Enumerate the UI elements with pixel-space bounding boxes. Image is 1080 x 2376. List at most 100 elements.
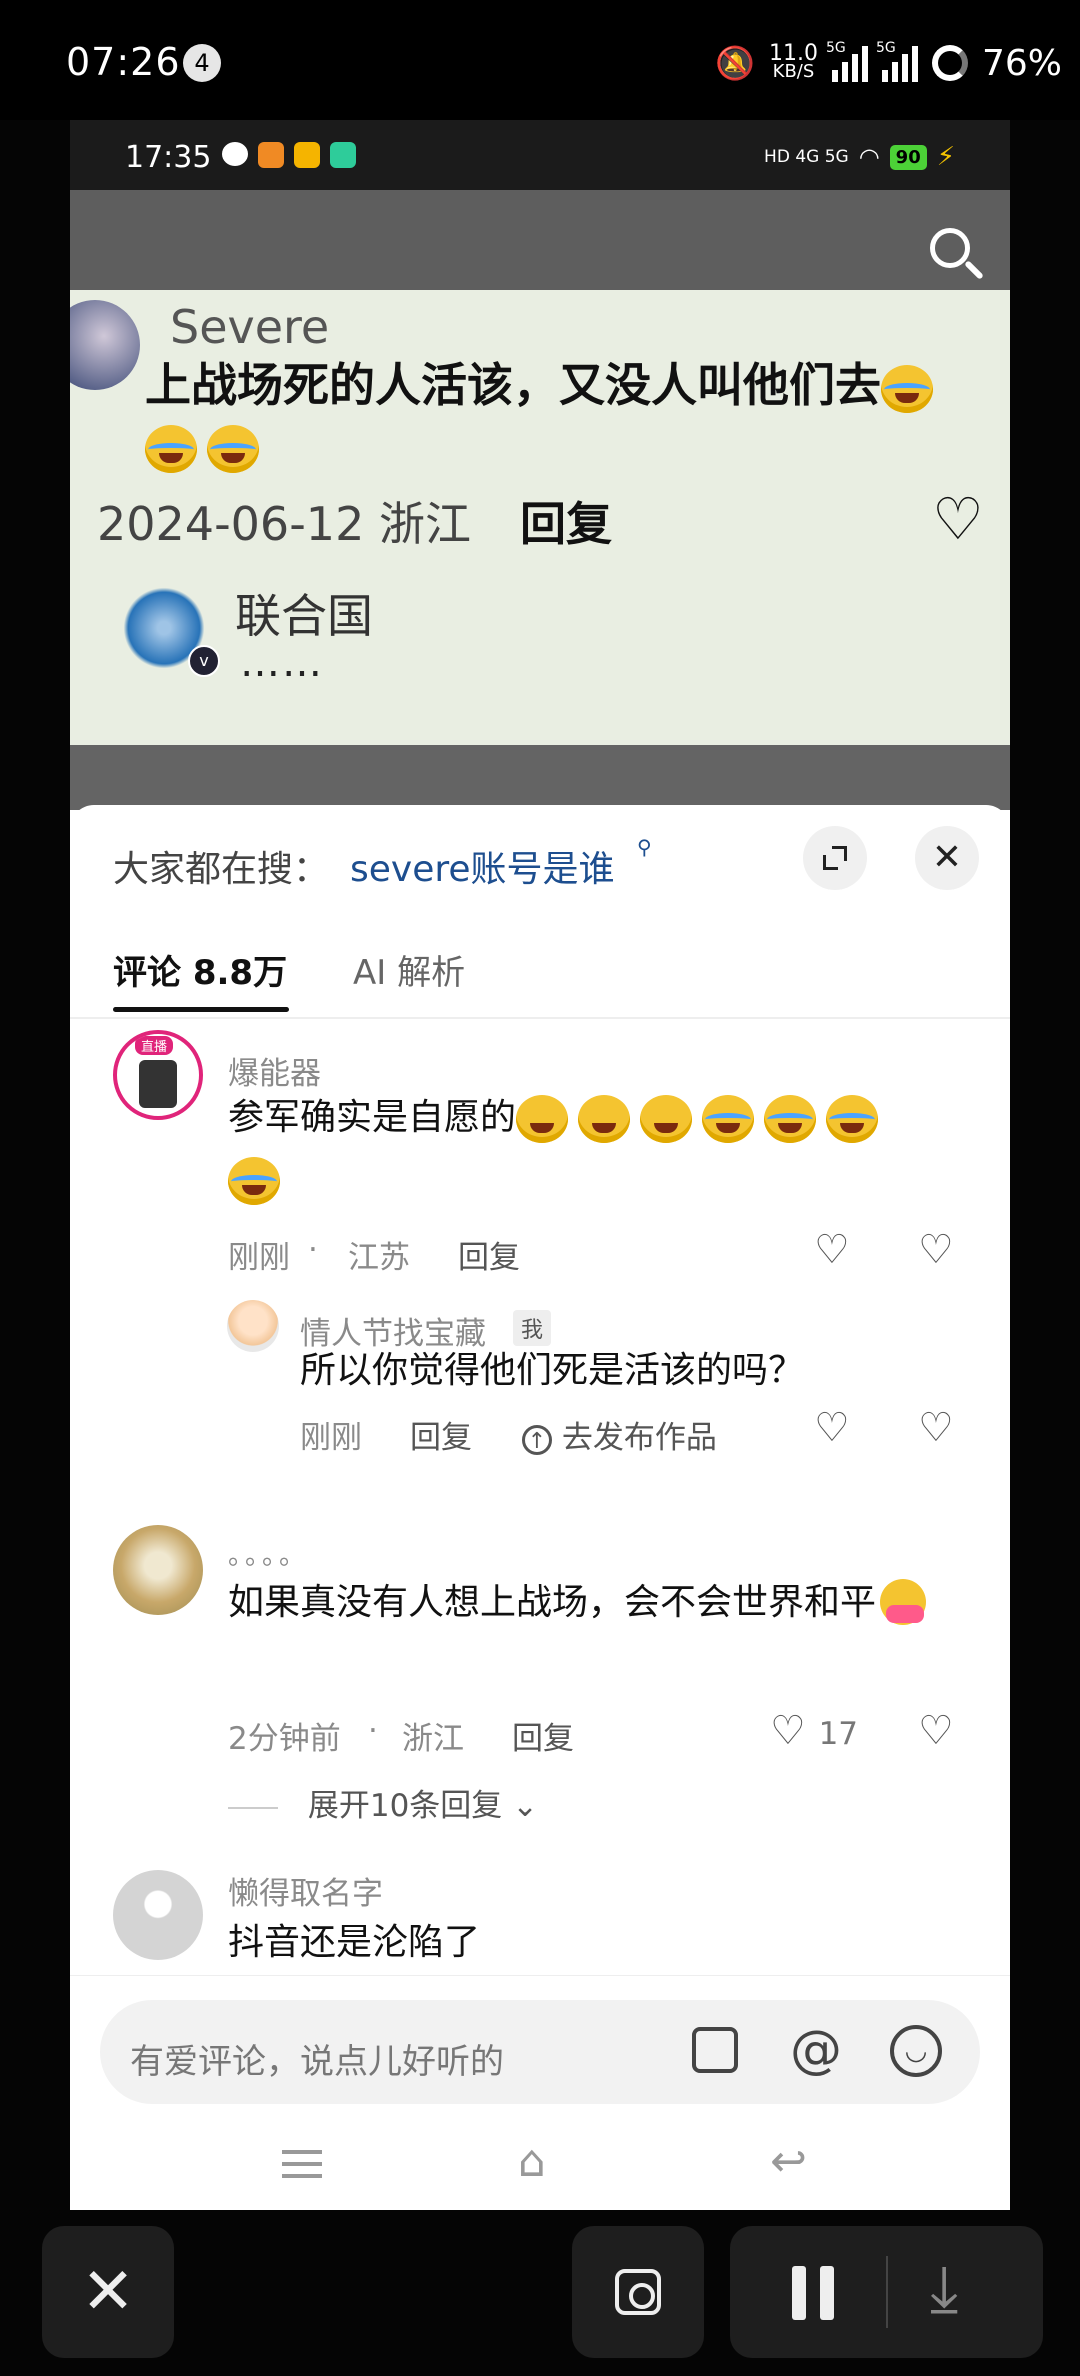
close-button[interactable]: ✕ [915,826,979,890]
signal-1-label: 5G [825,40,846,56]
dislike-icon: ♡ [918,1227,954,1273]
tears-of-joy-icon [764,1095,817,1143]
hug-emoji-icon [876,1579,932,1629]
comment-username[interactable]: 。。。。 [228,1535,309,1572]
heart-icon: ♡ [770,1708,806,1754]
reply-button[interactable]: 回复 [410,1412,472,1457]
card-date-location: 2024-06-12 浙江 [97,497,471,551]
like-button[interactable]: ♡ 17 [770,1711,858,1754]
avatar-figure [139,1060,177,1108]
comment-panel: 大家都在搜： severe账号是谁 ⚲ ✕ 评论 8.8万 AI 解析 直播 爆… [70,805,1010,2210]
menu-icon[interactable] [282,2150,322,2178]
reply-button[interactable]: 回复 [512,1713,574,1758]
charging-icon: ⚡ [936,142,955,172]
comment-username[interactable]: 懒得取名字 [228,1868,383,1913]
pause-icon[interactable] [790,2266,836,2320]
chat-icon [222,142,248,166]
heart-icon: ♡ [814,1405,850,1451]
network-speed: 11.0 KB/S [769,43,818,82]
emoji-icon[interactable]: ◡ [890,2025,942,2077]
outer-battery-percent: 76% [981,42,1062,84]
dislike-icon: ♡ [918,1708,954,1754]
outer-status-indicators: 🔕 11.0 KB/S 5G 5G 76% [715,38,1062,88]
comment-item: 。。。。 如果真没有人想上战场，会不会世界和平 2分钟前 · 浙江 回复 ♡ 1… [70,1515,1010,1824]
comment-input-placeholder: 有爱评论，说点儿好听的 [130,2042,504,2082]
expand-button[interactable] [803,826,867,890]
scan-button[interactable] [572,2226,704,2358]
controls-divider [886,2256,888,2328]
network-speed-unit: KB/S [772,61,815,82]
chevron-down-icon: ⌄ [512,1788,539,1824]
network-indicators: HD 4G 5G [764,147,849,167]
like-button[interactable]: ♡ [814,1408,850,1448]
reply-time: 刚刚 [300,1420,362,1456]
expand-replies[interactable]: 展开10条回复 ⌄ [228,1780,538,1825]
tears-of-joy-icon [207,424,259,473]
mute-bell-icon: 🔕 [715,44,755,82]
meta-dot: · [368,1713,378,1749]
close-icon: ✕ [81,2255,135,2329]
like-count: 17 [818,1716,859,1752]
dislike-button[interactable]: ♡ [918,1408,954,1448]
dislike-button[interactable]: ♡ [918,1230,954,1270]
back-icon[interactable]: ↩ [770,2140,807,2184]
tears-of-joy-icon [228,1157,280,1205]
inner-clock: 17:35 [125,140,212,175]
tears-of-joy-icon [702,1095,755,1143]
scan-icon [615,2269,661,2315]
image-icon[interactable] [692,2027,738,2073]
video-comment-screenshot: Severe 上战场死的人活该，又没人叫他们去 2024-06-12 浙江 回复… [70,290,1010,745]
like-button[interactable]: ♡ [814,1230,850,1270]
tab-comments[interactable]: 评论 8.8万 [113,945,287,994]
card-comment-text: 上战场死的人活该，又没人叫他们去 [145,355,945,475]
recording-controls: ⤓ [730,2226,1043,2358]
upload-icon: ↑ [522,1424,552,1455]
trending-label: 大家都在搜： [113,849,330,890]
verified-badge-icon: v [188,645,220,677]
tears-of-joy-icon [881,364,933,413]
inner-status-bar: 17:35 HD 4G 5G ◠ 90 ⚡ [70,120,1010,190]
expand-icon [823,846,847,870]
comment-time: 2分钟前 [228,1721,341,1757]
at-icon[interactable]: @ [790,2020,842,2080]
comment-location: 江苏 [348,1240,410,1276]
comment-item: 懒得取名字 抖音还是沦陷了 [70,1860,1010,1980]
avatar[interactable] [113,1525,203,1615]
comment-text: 如果真没有人想上战场，会不会世界和平 [228,1572,948,1634]
outer-status-bar: 07:26 4 🔕 11.0 KB/S 5G 5G 76% [0,0,1080,120]
recorded-screen: 17:35 HD 4G 5G ◠ 90 ⚡ Severe 上战场死的人活该，又没… [70,120,1010,2210]
trending-query-link[interactable]: severe账号是谁 [350,840,615,892]
card-user-avatar [70,300,140,390]
comment-time: 刚刚 [228,1240,290,1276]
search-small-icon: ⚲ [637,835,652,859]
outer-clock: 07:26 [66,40,181,84]
comment-input[interactable]: 有爱评论，说点儿好听的 @ ◡ [100,2000,980,2104]
battery-ring-icon [931,45,968,81]
card-username: Severe [170,300,330,354]
reply-text: 所以你觉得他们死是活该的吗？ [300,1350,805,1391]
comment-body: 参军确实是自愿的 [228,1097,517,1138]
card-reply-text: …… [240,640,324,686]
tab-ai-analysis[interactable]: AI 解析 [353,945,465,994]
reply-button[interactable]: 回复 [458,1232,520,1277]
search-icon[interactable] [930,228,970,268]
publish-work-button[interactable]: ↑ 去发布作品 [522,1412,717,1457]
expand-replies-label: 展开10条回复 [307,1788,503,1824]
avatar[interactable] [113,1870,203,1960]
avatar[interactable] [227,1300,279,1352]
heart-icon: ♡ [932,485,984,553]
camera-app-icon [330,142,356,168]
dislike-button[interactable]: ♡ [918,1711,954,1751]
avatar[interactable]: 直播 [113,1030,203,1120]
tab-divider [70,1017,1010,1019]
download-icon[interactable]: ⤓ [930,2254,958,2324]
card-reply-username: 联合国 [235,589,373,643]
comment-text: 抖音还是沦陷了 [228,1922,481,1963]
signal-2-icon: 5G [876,40,918,82]
tears-of-joy-icon [145,424,197,473]
wifi-icon: ◠ [858,143,880,171]
comment-item: 直播 爆能器 参军确实是自愿的 刚刚 · 江苏 回复 ♡ ♡ [70,1020,1010,1290]
notification-count-badge: 4 [183,44,221,82]
home-icon[interactable]: ⌂ [518,2140,546,2184]
close-recording-button[interactable]: ✕ [42,2226,174,2358]
